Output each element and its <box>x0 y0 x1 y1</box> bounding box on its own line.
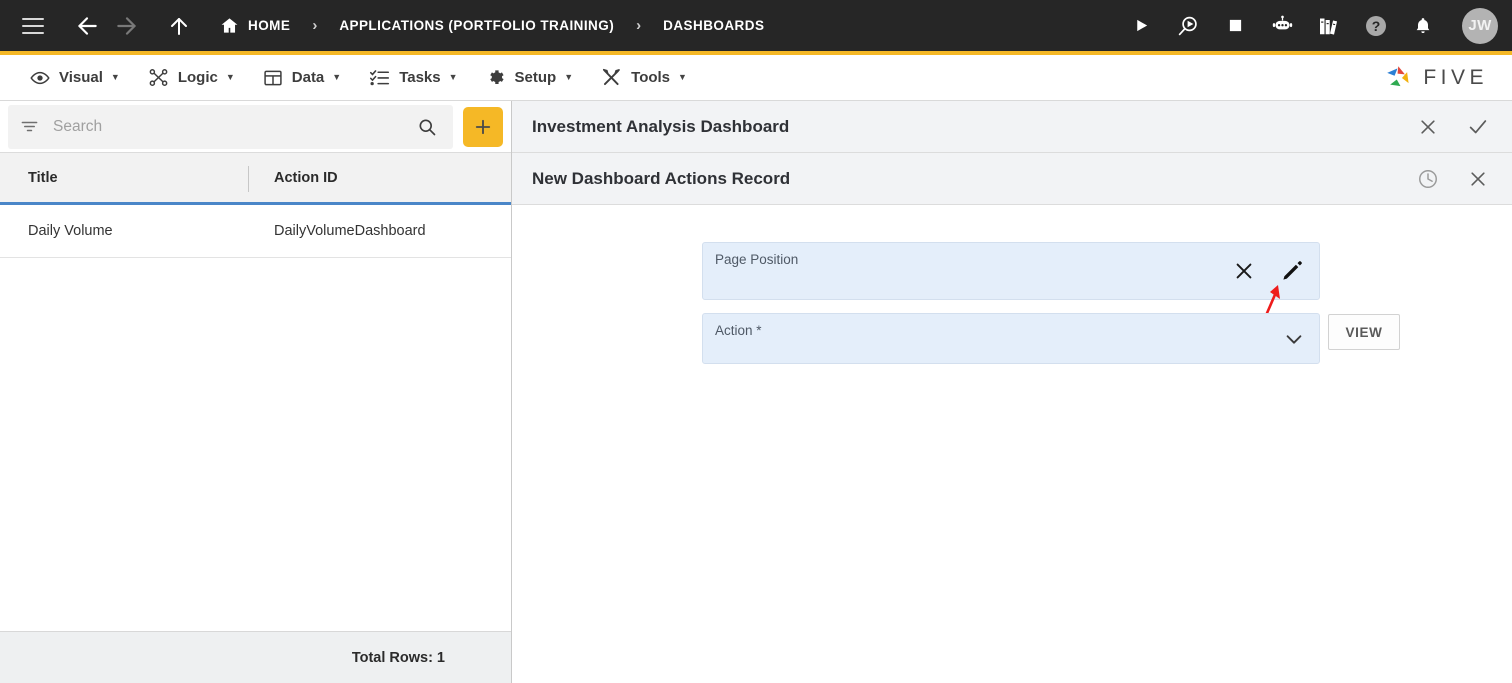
logo-text: FIVE <box>1423 65 1488 89</box>
svg-text:?: ? <box>1372 18 1381 34</box>
column-header-action-id[interactable]: Action ID <box>248 170 338 186</box>
field-action[interactable]: Action * <box>702 313 1320 364</box>
menu-item-setup[interactable]: Setup ▼ <box>472 55 588 100</box>
eye-icon <box>30 71 50 84</box>
action-field-icons <box>1283 328 1305 350</box>
close-icon[interactable] <box>1416 115 1440 139</box>
main-panel: Investment Analysis Dashboard New Dashbo… <box>512 101 1512 683</box>
page-position-field-icons <box>1233 259 1305 283</box>
logic-icon <box>149 69 168 86</box>
breadcrumb-separator: › <box>312 17 318 34</box>
menu-item-logic[interactable]: Logic ▼ <box>134 55 249 100</box>
body: Title Action ID Daily Volume DailyVolume… <box>0 101 1512 683</box>
arrow-left-icon[interactable] <box>70 9 104 43</box>
run-icon[interactable] <box>1127 12 1155 40</box>
search-box[interactable] <box>8 104 453 149</box>
secondary-panel-header: New Dashboard Actions Record <box>512 153 1512 205</box>
search-icon[interactable] <box>417 117 437 137</box>
field-page-position[interactable]: Page Position <box>702 242 1320 300</box>
clock-icon[interactable] <box>1416 167 1440 191</box>
primary-panel-header: Investment Analysis Dashboard <box>512 101 1512 153</box>
close-icon[interactable] <box>1233 260 1255 282</box>
menu-label-tasks: Tasks <box>399 69 441 86</box>
menu-item-tasks[interactable]: Tasks ▼ <box>355 55 471 100</box>
filter-icon[interactable] <box>20 117 39 136</box>
table-footer: Total Rows: 1 <box>0 631 511 683</box>
menu-label-data: Data <box>291 69 325 86</box>
cell-title: Daily Volume <box>28 223 113 239</box>
app-logo: FIVE <box>1384 64 1488 92</box>
chevron-down-icon: ▼ <box>448 72 458 82</box>
arrow-up-icon[interactable] <box>162 9 196 43</box>
chevron-down-icon: ▼ <box>678 72 687 82</box>
breadcrumb-item-dashboards[interactable]: DASHBOARDS <box>663 18 764 33</box>
bell-icon[interactable] <box>1409 12 1437 40</box>
help-icon[interactable]: ? <box>1362 12 1390 40</box>
page-title: Investment Analysis Dashboard <box>532 116 790 136</box>
cell-action-id: DailyVolumeDashboard <box>274 223 426 239</box>
stop-icon[interactable] <box>1221 12 1249 40</box>
menu-label-visual: Visual <box>59 69 103 86</box>
chatbot-icon[interactable] <box>1268 12 1296 40</box>
menu-bar: Visual ▼ Logic ▼ Data ▼ Tasks ▼ Setup ▼ … <box>0 55 1512 101</box>
column-divider <box>248 166 249 192</box>
total-rows-label: Total Rows: 1 <box>351 649 445 666</box>
table-row[interactable]: Daily Volume DailyVolumeDashboard <box>0 205 511 258</box>
home-icon <box>221 18 238 33</box>
chevron-down-icon: ▼ <box>225 72 235 82</box>
primary-panel-actions <box>1416 115 1490 139</box>
chevron-down-icon[interactable] <box>1283 328 1305 350</box>
tasks-icon <box>370 70 390 86</box>
menu-item-visual[interactable]: Visual ▼ <box>16 55 134 100</box>
add-record-button[interactable] <box>463 106 503 147</box>
breadcrumb-separator: › <box>636 17 642 34</box>
top-bar: HOME › APPLICATIONS (PORTFOLIO TRAINING)… <box>0 0 1512 55</box>
five-logo-icon <box>1387 65 1409 86</box>
search-row <box>0 101 511 153</box>
pencil-icon[interactable] <box>1281 259 1305 283</box>
table-icon <box>264 70 282 85</box>
secondary-panel-actions <box>1416 167 1490 191</box>
check-icon[interactable] <box>1466 115 1490 139</box>
record-title: New Dashboard Actions Record <box>532 168 791 188</box>
hamburger-icon[interactable] <box>22 17 44 34</box>
field-label-action: Action * <box>715 323 762 338</box>
field-label-page-position: Page Position <box>715 252 799 267</box>
menu-item-data[interactable]: Data ▼ <box>249 55 355 100</box>
avatar[interactable]: JW <box>1462 7 1498 44</box>
plus-icon <box>475 119 491 134</box>
top-bar-actions: ? JW <box>1127 7 1498 44</box>
gear-icon <box>489 69 504 84</box>
menu-label-tools: Tools <box>631 69 671 86</box>
breadcrumb-item-applications[interactable]: APPLICATIONS (PORTFOLIO TRAINING) <box>339 18 614 33</box>
chevron-down-icon: ▼ <box>110 72 120 82</box>
column-header-title[interactable]: Title <box>0 170 248 186</box>
search-input[interactable] <box>53 117 417 136</box>
table-body: Daily Volume DailyVolumeDashboard <box>0 205 511 631</box>
arrow-right-icon <box>110 9 144 43</box>
chevron-down-icon: ▼ <box>564 72 574 82</box>
form-area: Page Position Action * VIEW <box>512 205 1512 683</box>
menu-item-tools[interactable]: Tools ▼ <box>587 55 701 100</box>
tools-icon <box>603 68 621 86</box>
menu-label-logic: Logic <box>177 69 218 86</box>
library-icon[interactable] <box>1315 12 1343 40</box>
debug-icon[interactable] <box>1174 12 1202 40</box>
breadcrumb-label-home: HOME <box>248 18 291 33</box>
table-header: Title Action ID <box>0 153 511 205</box>
chevron-down-icon: ▼ <box>332 72 342 82</box>
close-icon[interactable] <box>1466 167 1490 191</box>
view-button[interactable]: VIEW <box>1328 314 1400 350</box>
records-sidebar: Title Action ID Daily Volume DailyVolume… <box>0 101 512 683</box>
breadcrumb-item-home[interactable]: HOME <box>220 16 290 35</box>
menu-label-setup: Setup <box>514 69 557 86</box>
